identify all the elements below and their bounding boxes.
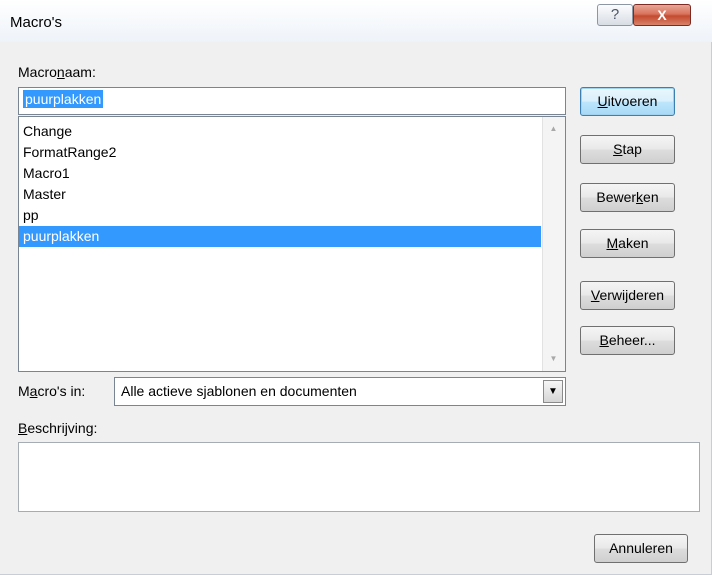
macro-list-item[interactable]: FormatRange2: [19, 142, 541, 163]
step-button[interactable]: Stap: [580, 135, 675, 164]
delete-button[interactable]: Verwijderen: [580, 281, 675, 310]
macro-name-label-part: Macro: [18, 64, 57, 80]
scroll-down-icon[interactable]: ▼: [543, 349, 564, 369]
edit-button-label: en: [643, 189, 659, 205]
scroll-up-icon[interactable]: ▲: [543, 119, 564, 139]
close-button[interactable]: X: [633, 4, 691, 26]
organizer-button-accesskey: B: [599, 332, 609, 348]
macros-in-label: Macro's in:: [18, 383, 85, 399]
macros-in-label-part: cro's in:: [37, 383, 86, 399]
macro-list[interactable]: Change FormatRange2 Macro1 Master pp puurplak…: [18, 116, 566, 372]
macro-list-item[interactable]: puurplakken: [19, 226, 541, 247]
window-title: Macro's: [10, 14, 63, 31]
description-label: Beschrijving:: [18, 420, 97, 436]
macros-in-label-part: M: [18, 383, 30, 399]
run-button-accesskey: U: [597, 93, 608, 109]
macros-in-value: Alle actieve sjablonen en documenten: [121, 383, 357, 399]
macro-name-label: Macronaam:: [18, 64, 96, 80]
macro-list-item[interactable]: Master: [19, 184, 541, 205]
help-icon: ?: [610, 6, 620, 23]
step-button-label: tap: [622, 141, 642, 157]
macros-in-select[interactable]: Alle actieve sjablonen en documenten ▼: [114, 377, 566, 406]
run-button-label: itvoeren: [607, 93, 658, 109]
help-button[interactable]: ?: [597, 4, 633, 26]
create-button-accesskey: M: [606, 235, 619, 251]
macro-name-label-part: aam:: [64, 64, 96, 80]
macro-name-label-accesskey: n: [56, 64, 65, 80]
macros-dialog: Macro's ? X Macronaam: puurplakken Chang…: [0, 0, 712, 575]
delete-button-label: erwijderen: [599, 287, 665, 303]
macro-list-item[interactable]: pp: [19, 205, 541, 226]
chevron-down-icon[interactable]: ▼: [543, 380, 563, 403]
organizer-button[interactable]: Beheer...: [580, 326, 675, 355]
title-bar: Macro's ? X: [0, 0, 712, 42]
macro-list-item[interactable]: Macro1: [19, 163, 541, 184]
macro-list-item[interactable]: Change: [19, 121, 541, 142]
description-label-part: eschrijving:: [27, 420, 98, 436]
macro-list-scrollbar[interactable]: ▲ ▼: [542, 117, 565, 371]
create-button-label: aken: [618, 235, 649, 251]
organizer-button-label: eheer...: [608, 332, 656, 348]
macro-name-input[interactable]: puurplakken: [18, 87, 566, 115]
create-button[interactable]: Maken: [580, 229, 675, 258]
description-label-accesskey: B: [18, 420, 28, 436]
cancel-button[interactable]: Annuleren: [594, 534, 688, 563]
close-icon: X: [657, 7, 667, 23]
macro-list-items: Change FormatRange2 Macro1 Master pp puurplak…: [19, 121, 541, 247]
description-box: [18, 442, 700, 512]
macro-name-value: puurplakken: [23, 90, 104, 108]
edit-button-label: Bewer: [596, 189, 637, 205]
edit-button-accesskey: k: [636, 189, 644, 205]
edit-button[interactable]: Bewerken: [580, 183, 675, 212]
run-button[interactable]: Uitvoeren: [580, 87, 675, 116]
cancel-button-label: Annuleren: [609, 540, 673, 556]
